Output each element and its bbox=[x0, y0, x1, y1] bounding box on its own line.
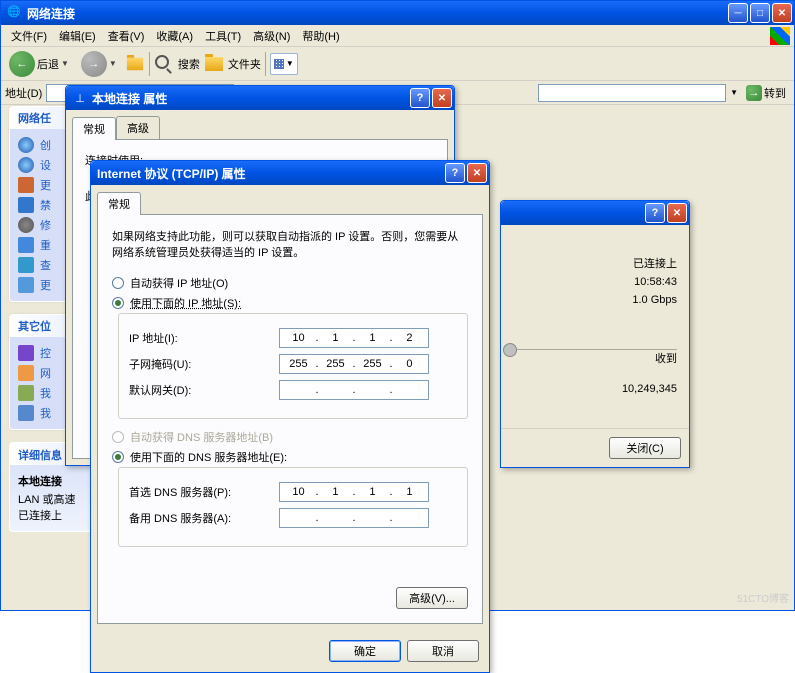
menu-edit[interactable]: 编辑(E) bbox=[53, 26, 102, 46]
back-button[interactable]: ← 后退 ▼ bbox=[5, 49, 73, 79]
go-button[interactable]: → 转到 bbox=[742, 84, 790, 102]
menubar: 文件(F) 编辑(E) 查看(V) 收藏(A) 工具(T) 高级(N) 帮助(H… bbox=[1, 25, 794, 47]
minimize-button[interactable]: ─ bbox=[728, 3, 748, 23]
address-label: 地址(D) bbox=[5, 85, 42, 101]
dns2-label: 备用 DNS 服务器(A): bbox=[129, 510, 279, 526]
dns1-label: 首选 DNS 服务器(P): bbox=[129, 484, 279, 500]
tcpip-title: Internet 协议 (TCP/IP) 属性 bbox=[97, 165, 445, 182]
status-dialog: 状态 ? ✕ 已连接上 10:58:43 1.0 Gbps 收到 10,249,… bbox=[500, 200, 690, 468]
connection-icon: ⊥ bbox=[72, 90, 88, 106]
tab-general[interactable]: 常规 bbox=[72, 117, 116, 140]
activity-icon bbox=[503, 343, 517, 357]
disable-icon bbox=[18, 197, 34, 213]
network-places-icon bbox=[18, 365, 34, 381]
help-button[interactable]: ? bbox=[645, 203, 665, 223]
menu-help[interactable]: 帮助(H) bbox=[296, 26, 345, 46]
maximize-button[interactable]: □ bbox=[750, 3, 770, 23]
main-titlebar[interactable]: 🌐 网络连接 ─ □ ✕ bbox=[1, 1, 794, 25]
manual-dns-label: 使用下面的 DNS 服务器地址(E): bbox=[130, 449, 287, 465]
search-label[interactable]: 搜索 bbox=[178, 56, 200, 72]
status-body: 已连接上 10:58:43 1.0 Gbps 收到 10,249,345 bbox=[501, 225, 689, 428]
network-icon bbox=[18, 157, 34, 173]
status-speed: 1.0 Gbps bbox=[513, 291, 677, 309]
network-icon bbox=[18, 137, 34, 153]
tasks-header: 网络任 bbox=[18, 110, 51, 126]
menu-file[interactable]: 文件(F) bbox=[5, 26, 53, 46]
close-button[interactable]: ✕ bbox=[432, 88, 452, 108]
details-header: 详细信息 bbox=[18, 450, 62, 462]
network-icon: 🌐 bbox=[7, 5, 23, 21]
go-label: 转到 bbox=[764, 85, 786, 101]
status-titlebar[interactable]: 状态 ? ✕ bbox=[501, 201, 689, 225]
advanced-button[interactable]: 高级(V)... bbox=[396, 587, 468, 609]
ip-fieldset: IP 地址(I): 10. 1. 1. 2 子网掩码(U): 255. 255.… bbox=[118, 313, 468, 419]
menu-advanced[interactable]: 高级(N) bbox=[247, 26, 296, 46]
mask-label: 子网掩码(U): bbox=[129, 356, 279, 372]
search-icon[interactable] bbox=[154, 54, 174, 74]
ip-label: IP 地址(I): bbox=[129, 330, 279, 346]
props-title: 本地连接 属性 bbox=[92, 90, 410, 107]
dns2-input[interactable]: . . . bbox=[279, 508, 429, 528]
dns-fieldset: 首选 DNS 服务器(P): 10. 1. 1. 1 备用 DNS 服务器(A)… bbox=[118, 467, 468, 547]
help-button[interactable]: ? bbox=[445, 163, 465, 183]
address-input-right[interactable] bbox=[538, 84, 726, 102]
description: 如果网络支持此功能，则可以获取自动指派的 IP 设置。否则，您需要从网络系统管理… bbox=[112, 229, 468, 261]
back-label: 后退 bbox=[37, 56, 59, 72]
computer-icon bbox=[18, 405, 34, 421]
tcpip-dialog: Internet 协议 (TCP/IP) 属性 ? ✕ 常规 如果网络支持此功能… bbox=[90, 160, 490, 673]
radio-disabled-icon bbox=[112, 431, 124, 443]
close-status-button[interactable]: 关闭(C) bbox=[609, 437, 681, 459]
documents-icon bbox=[18, 385, 34, 401]
radio-checked-icon bbox=[112, 297, 124, 309]
close-button[interactable]: ✕ bbox=[772, 3, 792, 23]
watermark: 51CTO博客 bbox=[737, 590, 789, 605]
control-panel-icon bbox=[18, 345, 34, 361]
menu-tools[interactable]: 工具(T) bbox=[199, 26, 247, 46]
status-duration: 10:58:43 bbox=[513, 273, 677, 291]
auto-ip-label: 自动获得 IP 地址(O) bbox=[130, 275, 228, 291]
view-button[interactable]: ▼ bbox=[270, 53, 298, 75]
tcpip-titlebar[interactable]: Internet 协议 (TCP/IP) 属性 ? ✕ bbox=[91, 161, 489, 185]
activity-divider: 收到 bbox=[513, 349, 677, 350]
help-button[interactable]: ? bbox=[410, 88, 430, 108]
close-button[interactable]: ✕ bbox=[667, 203, 687, 223]
window-title: 网络连接 bbox=[27, 5, 728, 22]
other-header: 其它位 bbox=[18, 318, 51, 334]
radio-icon bbox=[112, 277, 124, 289]
forward-button: → ▼ bbox=[77, 49, 121, 79]
close-button[interactable]: ✕ bbox=[467, 163, 487, 183]
ok-button[interactable]: 确定 bbox=[329, 640, 401, 662]
tab-advanced[interactable]: 高级 bbox=[116, 116, 160, 139]
status-connected: 已连接上 bbox=[513, 255, 677, 273]
rename-icon bbox=[18, 237, 34, 253]
props-titlebar[interactable]: ⊥ 本地连接 属性 ? ✕ bbox=[66, 86, 454, 110]
gateway-input[interactable]: . . . bbox=[279, 380, 429, 400]
menu-view[interactable]: 查看(V) bbox=[102, 26, 151, 46]
tab-general[interactable]: 常规 bbox=[97, 192, 141, 215]
menu-favorites[interactable]: 收藏(A) bbox=[150, 26, 199, 46]
repair-icon bbox=[18, 217, 34, 233]
windows-logo-icon bbox=[770, 27, 790, 45]
radio-auto-dns: 自动获得 DNS 服务器地址(B) bbox=[112, 429, 468, 445]
radio-checked-icon bbox=[112, 451, 124, 463]
toolbar: ← 后退 ▼ → ▼ 搜索 文件夹 ▼ bbox=[1, 47, 794, 81]
ip-input[interactable]: 10. 1. 1. 2 bbox=[279, 328, 429, 348]
up-button[interactable] bbox=[125, 54, 145, 74]
folders-label[interactable]: 文件夹 bbox=[228, 56, 261, 72]
dns1-input[interactable]: 10. 1. 1. 1 bbox=[279, 482, 429, 502]
mask-input[interactable]: 255. 255. 255. 0 bbox=[279, 354, 429, 374]
view-icon bbox=[18, 257, 34, 273]
radio-manual-dns[interactable]: 使用下面的 DNS 服务器地址(E): bbox=[112, 449, 468, 465]
manual-ip-label: 使用下面的 IP 地址(S): bbox=[130, 295, 241, 311]
folders-icon[interactable] bbox=[204, 54, 224, 74]
firewall-icon bbox=[18, 177, 34, 193]
radio-manual-ip[interactable]: 使用下面的 IP 地址(S): bbox=[112, 295, 468, 311]
status-icon bbox=[18, 277, 34, 293]
gateway-label: 默认网关(D): bbox=[129, 382, 279, 398]
cancel-button[interactable]: 取消 bbox=[407, 640, 479, 662]
status-packets: 10,249,345 bbox=[513, 380, 677, 398]
radio-auto-ip[interactable]: 自动获得 IP 地址(O) bbox=[112, 275, 468, 291]
auto-dns-label: 自动获得 DNS 服务器地址(B) bbox=[130, 429, 273, 445]
